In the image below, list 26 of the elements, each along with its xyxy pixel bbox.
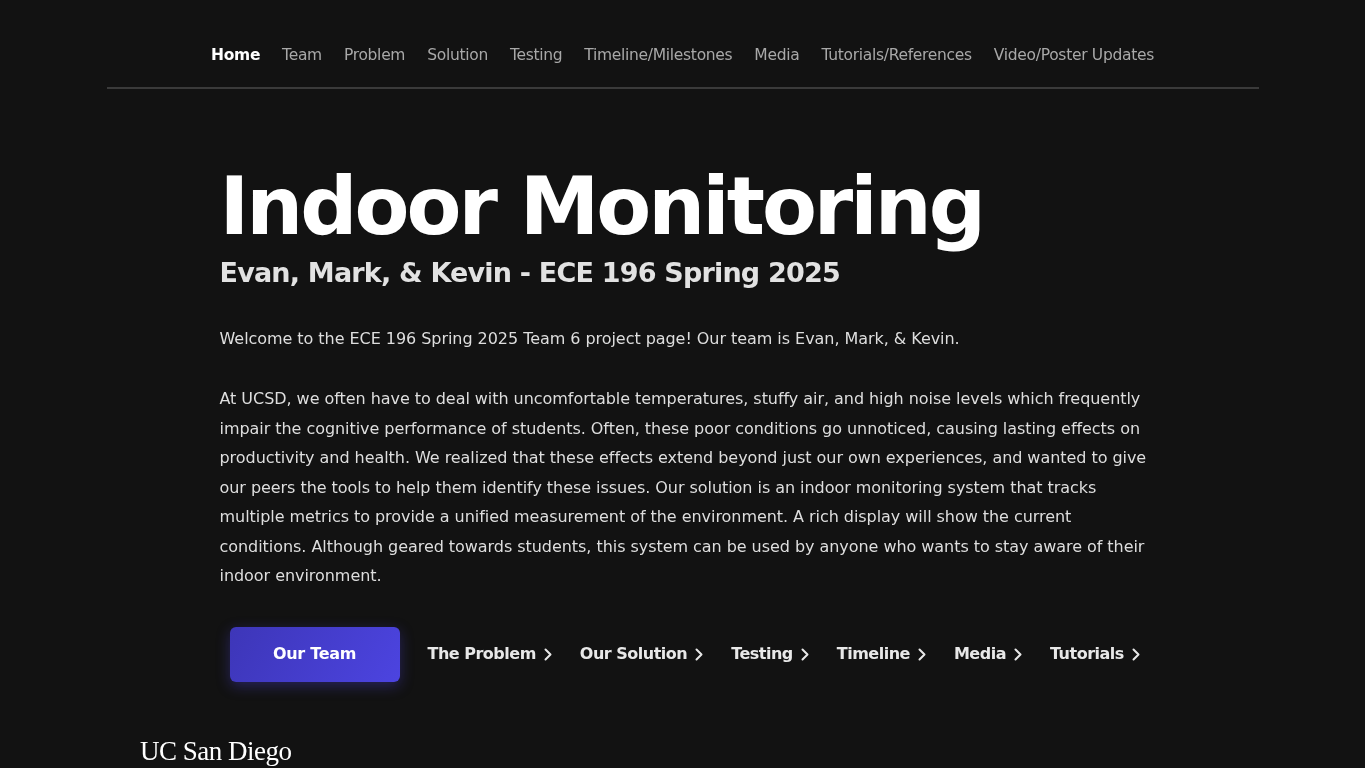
university-logo: UC San Diego [140,737,292,765]
section-link[interactable]: The Problem [427,642,552,667]
nav-link[interactable]: Media [743,44,811,68]
chevron-right-icon [917,647,926,661]
nav-link[interactable]: Testing [498,44,574,68]
chevron-right-icon [1013,647,1022,661]
chevron-right-icon [1131,647,1140,661]
section-link[interactable]: Testing [731,642,809,667]
section-link[interactable]: Tutorials [1049,642,1140,667]
chevron-right-icon [543,647,552,661]
nav-link[interactable]: Home [200,44,272,68]
intro-paragraph: At UCSD, we often have to deal with uncomfortable temperatures, stuffy air, and high noise levels which frequently impair the cognitive performance of students. Often, these poor conditions go unnoticed, causing lasting effects on productivity and health. We realized that these effects extend beyond just our own experiences, and wanted to give our peers the tools to help them identify these issues. Our solution is an indoor monitoring system that tracks multiple metrics to provide a unified measurement of the environment. A rich display will show the current conditions. Although geared towards students, this system can be used by anyone who wants to stay aware of their indoor environment. [219,388,1148,588]
nav-link[interactable]: Solution [416,44,499,68]
nav-link[interactable]: Team [271,44,333,68]
page-subtitle: Evan, Mark, & Kevin - ECE 196 Spring 2025 [219,257,841,290]
section-link[interactable]: Timeline [836,642,926,667]
chevron-right-icon [695,647,704,661]
nav-link[interactable]: Tutorials/References [810,44,983,68]
section-link[interactable]: Our Solution [579,642,704,667]
intro-paragraph: Welcome to the ECE 196 Spring 2025 Team 6 project page! Our team is Evan, Mark, & Kevin. [219,327,961,350]
chevron-right-icon [800,647,809,661]
nav-link[interactable]: Timeline/Milestones [573,44,744,68]
nav-link[interactable]: Problem [332,44,417,68]
our-team-button[interactable]: Our Team [229,626,400,682]
nav-link[interactable]: Video/Poster Updates [982,44,1165,68]
section-link[interactable]: Media [953,642,1022,667]
